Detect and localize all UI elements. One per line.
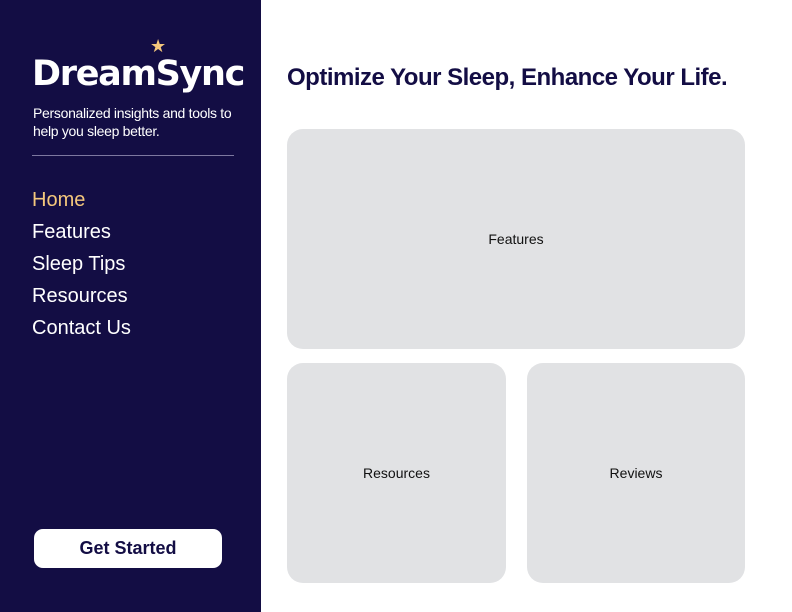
features-card[interactable]: Features bbox=[287, 129, 745, 349]
nav-item-sleep-tips[interactable]: Sleep Tips bbox=[32, 248, 131, 280]
sidebar-divider bbox=[32, 155, 234, 156]
nav-item-features[interactable]: Features bbox=[32, 216, 131, 248]
logo[interactable]: DreamSync bbox=[32, 54, 245, 94]
get-started-button[interactable]: Get Started bbox=[34, 529, 222, 568]
nav-item-home[interactable]: Home bbox=[32, 184, 131, 216]
page-headline: Optimize Your Sleep, Enhance Your Life. bbox=[287, 64, 728, 91]
nav-item-contact-us[interactable]: Contact Us bbox=[32, 312, 131, 344]
reviews-card-label: Reviews bbox=[609, 465, 663, 481]
sidebar: ★ DreamSync Personalized insights and to… bbox=[0, 0, 261, 612]
tagline: Personalized insights and tools to help … bbox=[33, 105, 232, 139]
nav-item-resources[interactable]: Resources bbox=[32, 280, 131, 312]
features-card-label: Features bbox=[488, 231, 544, 247]
sidebar-nav: Home Features Sleep Tips Resources Conta… bbox=[32, 184, 131, 344]
reviews-card[interactable]: Reviews bbox=[527, 363, 745, 583]
resources-card[interactable]: Resources bbox=[287, 363, 506, 583]
star-icon: ★ bbox=[150, 36, 167, 56]
resources-card-label: Resources bbox=[363, 465, 430, 481]
